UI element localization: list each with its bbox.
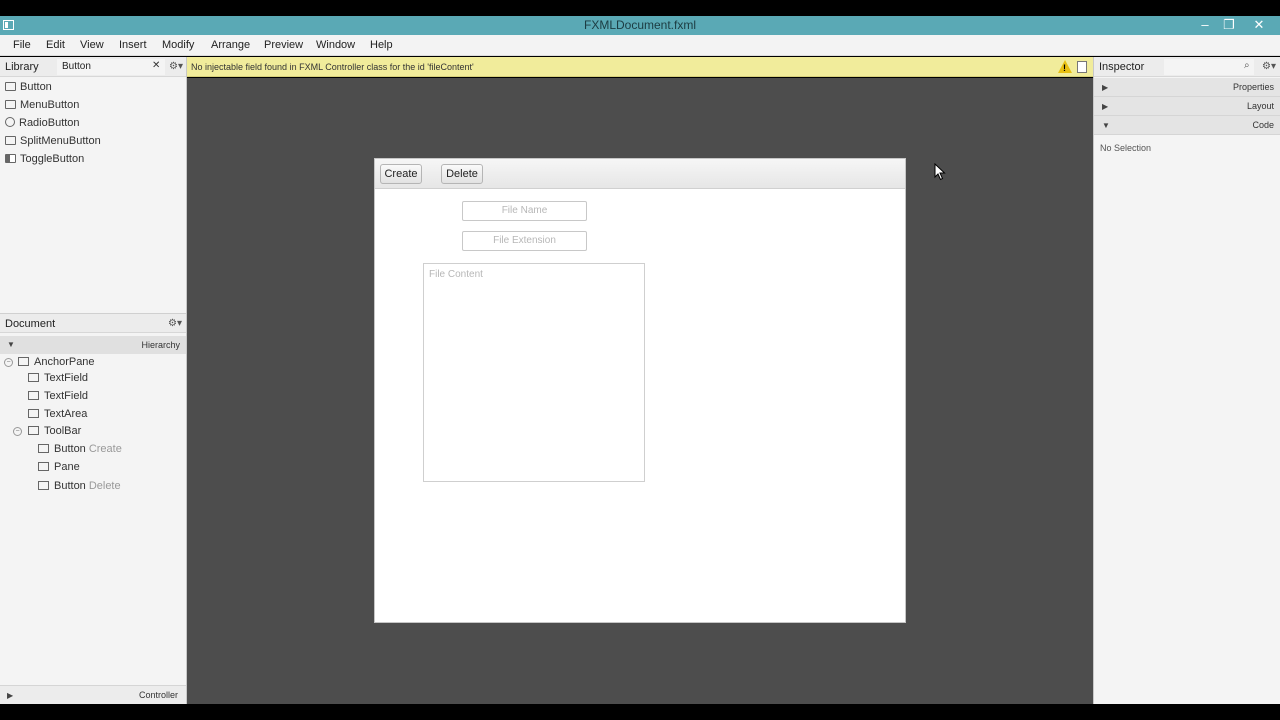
file-extension-field[interactable]: File Extension bbox=[462, 231, 587, 251]
document-gear-icon[interactable]: ⚙▾ bbox=[168, 318, 182, 329]
document-header: Document ⚙▾ bbox=[0, 313, 186, 333]
inspector-search-input[interactable] bbox=[1164, 59, 1254, 75]
menubutton-icon bbox=[5, 100, 16, 109]
no-selection-text: No Selection bbox=[1100, 143, 1152, 153]
library-item-togglebutton[interactable]: ToggleButton bbox=[5, 153, 84, 169]
button-icon bbox=[5, 82, 16, 91]
textfield-icon bbox=[28, 373, 39, 382]
menu-window[interactable]: Window bbox=[316, 39, 355, 51]
collapse-triangle-icon: ▼ bbox=[1102, 121, 1110, 130]
close-button[interactable]: ✕ bbox=[1244, 16, 1274, 35]
delete-button[interactable]: Delete bbox=[441, 164, 483, 184]
menu-arrange[interactable]: Arrange bbox=[211, 39, 250, 51]
document-icon[interactable] bbox=[1077, 61, 1087, 73]
expand-triangle-icon: ▶ bbox=[7, 691, 14, 700]
inspector-gear-icon[interactable]: ⚙▾ bbox=[1262, 61, 1276, 72]
warning-bar: No injectable field found in FXML Contro… bbox=[187, 57, 1093, 77]
hierarchy-section[interactable]: ▼ Hierarchy bbox=[0, 336, 186, 354]
document-title: Document bbox=[5, 318, 56, 330]
clear-search-icon[interactable]: ✕ bbox=[152, 60, 160, 71]
tree-item-textarea[interactable]: TextArea bbox=[28, 408, 87, 425]
inspector-section-properties[interactable]: ▶ Properties bbox=[1094, 78, 1280, 97]
inspector-section-layout[interactable]: ▶ Layout bbox=[1094, 97, 1280, 116]
library-header: Library Button ✕ ⚙▾ bbox=[0, 57, 186, 77]
button-icon bbox=[38, 444, 49, 453]
expand-triangle-icon: ▶ bbox=[1102, 102, 1109, 111]
tree-item-toolbar[interactable]: ToolBar bbox=[28, 425, 81, 442]
library-title: Library bbox=[5, 61, 39, 73]
tree-item-anchorpane[interactable]: AnchorPane bbox=[18, 356, 95, 373]
menu-insert[interactable]: Insert bbox=[119, 39, 147, 51]
textfield-icon bbox=[28, 391, 39, 400]
collapse-anchorpane-icon[interactable]: − bbox=[4, 358, 13, 367]
file-content-textarea[interactable]: File Content bbox=[423, 263, 645, 482]
togglebutton-icon bbox=[5, 154, 16, 163]
toolbar-icon bbox=[28, 426, 39, 435]
window-title: FXMLDocument.fxml bbox=[583, 18, 697, 32]
tree-item-button-create[interactable]: Button Create bbox=[38, 443, 122, 460]
menu-bar: File Edit View Insert Modify Arrange Pre… bbox=[0, 35, 1280, 56]
library-item-menubutton[interactable]: MenuButton bbox=[5, 99, 79, 115]
library-item-radiobutton[interactable]: RadioButton bbox=[5, 117, 80, 133]
menu-help[interactable]: Help bbox=[370, 39, 393, 51]
expand-triangle-icon: ▼ bbox=[7, 340, 15, 349]
screen: FXMLDocument.fxml – ❐ ✕ File Edit View I… bbox=[0, 0, 1280, 720]
menu-view[interactable]: View bbox=[80, 39, 104, 51]
hierarchy-label: Hierarchy bbox=[141, 340, 180, 350]
tree-item-button-delete[interactable]: Button Delete bbox=[38, 480, 121, 497]
pane-icon bbox=[38, 462, 49, 471]
create-button[interactable]: Create bbox=[380, 164, 422, 184]
library-gear-icon[interactable]: ⚙▾ bbox=[169, 61, 183, 72]
menu-modify[interactable]: Modify bbox=[162, 39, 194, 51]
search-icon[interactable]: ⌕ bbox=[1244, 60, 1250, 71]
expand-triangle-icon: ▶ bbox=[1102, 83, 1109, 92]
warning-icon[interactable]: ! bbox=[1058, 60, 1072, 73]
inspector-panel: Inspector ⌕ ⚙▾ ▶ Properties ▶ Layout ▼ C… bbox=[1093, 57, 1280, 704]
button-icon bbox=[38, 481, 49, 490]
library-item-button[interactable]: Button bbox=[5, 81, 52, 97]
textarea-icon bbox=[28, 409, 39, 418]
inspector-section-code[interactable]: ▼ Code bbox=[1094, 116, 1280, 135]
anchorpane-icon bbox=[18, 357, 29, 366]
form-toolbar: Create Delete bbox=[375, 159, 905, 189]
warning-message: No injectable field found in FXML Contro… bbox=[191, 62, 474, 72]
menu-preview[interactable]: Preview bbox=[264, 39, 303, 51]
maximize-button[interactable]: ❐ bbox=[1214, 16, 1244, 35]
left-panel: Library Button ✕ ⚙▾ Button MenuButton Ra… bbox=[0, 57, 187, 704]
collapse-toolbar-icon[interactable]: − bbox=[13, 427, 22, 436]
title-bar[interactable]: FXMLDocument.fxml – ❐ ✕ bbox=[0, 16, 1280, 35]
tree-item-textfield-1[interactable]: TextField bbox=[28, 372, 88, 389]
inspector-title: Inspector bbox=[1099, 61, 1145, 73]
controller-section[interactable]: ▶ Controller bbox=[0, 685, 186, 704]
anchorpane-form[interactable]: Create Delete File Name File Extension F… bbox=[374, 158, 906, 623]
inspector-header: Inspector ⌕ ⚙▾ bbox=[1094, 57, 1280, 77]
controller-label: Controller bbox=[138, 690, 178, 700]
menu-edit[interactable]: Edit bbox=[46, 39, 65, 51]
bottom-letterbox bbox=[0, 704, 1280, 720]
library-item-splitmenubutton[interactable]: SplitMenuButton bbox=[5, 135, 101, 151]
tree-item-pane[interactable]: Pane bbox=[38, 461, 80, 478]
menu-file[interactable]: File bbox=[13, 39, 31, 51]
file-name-field[interactable]: File Name bbox=[462, 201, 587, 221]
library-search-input[interactable]: Button bbox=[57, 59, 165, 75]
splitmenubutton-icon bbox=[5, 136, 16, 145]
tree-item-textfield-2[interactable]: TextField bbox=[28, 390, 88, 407]
radiobutton-icon bbox=[5, 117, 15, 127]
